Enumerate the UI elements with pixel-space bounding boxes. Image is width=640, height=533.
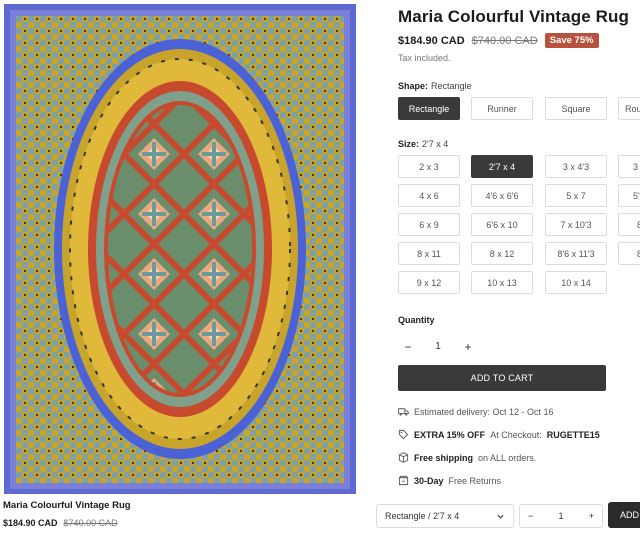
size-option[interactable]: 5' (618, 184, 640, 207)
size-option[interactable]: 10 x 14 (545, 271, 607, 294)
quantity-input[interactable]: 1 (418, 334, 458, 359)
add-to-cart-button[interactable]: ADD TO CART (398, 365, 606, 391)
size-option[interactable]: 3 x 4'3 (545, 155, 607, 178)
discount-code: RUGETTE15 (546, 429, 600, 440)
quantity-stepper: − 1 + (398, 334, 478, 359)
shape-option-rectangle[interactable]: Rectangle (398, 97, 460, 120)
chevron-down-icon (497, 514, 504, 519)
tag-icon (398, 429, 409, 440)
tax-note: Tax included. (398, 53, 451, 63)
size-option[interactable]: 8'6 x 11'3 (545, 242, 607, 265)
compare-price: $740.00 CAD (471, 34, 538, 47)
shipping-rest: on ALL orders. (478, 452, 537, 463)
product-title: Maria Colourful Vintage Rug (398, 7, 629, 26)
shape-label: Shape: Rectangle (398, 81, 472, 91)
sale-price: $184.90 CAD (398, 34, 465, 47)
size-option[interactable]: 3 (618, 155, 640, 178)
size-option[interactable]: 8 (618, 242, 640, 265)
save-badge: Save 75% (544, 33, 599, 48)
box-icon (398, 452, 409, 463)
sticky-add-to-cart-button[interactable]: ADD (608, 502, 640, 528)
returns-rest: Free Returns (448, 475, 502, 486)
sticky-variant-value: Rectangle / 2'7 x 4 (385, 511, 460, 521)
discount-info: EXTRA 15% OFF At Checkout: RUGETTE15 (398, 429, 600, 440)
size-option[interactable]: 8 x 12 (471, 242, 533, 265)
size-option[interactable]: 4'6 x 6'6 (471, 184, 533, 207)
size-option[interactable]: 6'6 x 10 (471, 213, 533, 236)
sticky-product-title: Maria Colourful Vintage Rug (3, 500, 131, 511)
sticky-quantity-increase-button[interactable]: + (589, 511, 594, 521)
size-selected-value: 2'7 x 4 (422, 139, 449, 149)
sticky-add-to-cart-bar: Maria Colourful Vintage Rug $184.90 CAD … (0, 494, 640, 533)
truck-icon (398, 408, 409, 416)
shape-selected-value: Rectangle (431, 81, 472, 91)
sticky-variant-select[interactable]: Rectangle / 2'7 x 4 (376, 504, 514, 528)
shipping-info: Free shipping on ALL orders. (398, 452, 536, 463)
delivery-text: Estimated delivery: Oct 12 - Oct 16 (414, 406, 554, 417)
delivery-info: Estimated delivery: Oct 12 - Oct 16 (398, 406, 554, 417)
shipping-bold: Free shipping (414, 452, 474, 463)
returns-bold: 30-Day (414, 475, 444, 486)
product-image[interactable] (4, 4, 356, 495)
size-option[interactable]: 6 x 9 (398, 213, 460, 236)
shape-option-square[interactable]: Square (545, 97, 607, 120)
size-option[interactable]: 8 x 11 (398, 242, 460, 265)
discount-bold: EXTRA 15% OFF (414, 429, 486, 440)
quantity-label: Quantity (398, 315, 435, 325)
size-option[interactable]: 4 x 6 (398, 184, 460, 207)
size-label-text: Size: (398, 139, 420, 149)
size-option[interactable]: 8 (618, 213, 640, 236)
discount-mid: At Checkout: (490, 429, 542, 440)
shape-label-text: Shape: (398, 81, 429, 91)
returns-info: 30-Day Free Returns (398, 475, 501, 486)
size-option[interactable]: 2'7 x 4 (471, 155, 533, 178)
sticky-quantity-decrease-button[interactable]: − (528, 511, 533, 521)
size-label: Size: 2'7 x 4 (398, 139, 448, 149)
return-box-icon (398, 475, 409, 486)
sticky-quantity-stepper: − 1 + (519, 504, 603, 528)
sticky-quantity-input[interactable]: 1 (558, 511, 563, 521)
size-option[interactable]: 9 x 12 (398, 271, 460, 294)
size-option[interactable]: 10 x 13 (471, 271, 533, 294)
size-option[interactable]: 2 x 3 (398, 155, 460, 178)
rug-illustration (4, 4, 356, 495)
shape-option-round[interactable]: Rou (618, 97, 640, 120)
sticky-price-row: $184.90 CAD $740.00 CAD (3, 518, 118, 528)
sticky-compare-price: $740.00 CAD (63, 518, 118, 528)
quantity-increase-button[interactable]: + (458, 334, 478, 359)
size-option[interactable]: 7 x 10'3 (545, 213, 607, 236)
quantity-decrease-button[interactable]: − (398, 334, 418, 359)
size-option[interactable]: 5 x 7 (545, 184, 607, 207)
shape-option-runner[interactable]: Runner (471, 97, 533, 120)
price-row: $184.90 CAD $740.00 CAD Save 75% (398, 33, 599, 48)
sticky-sale-price: $184.90 CAD (3, 518, 58, 528)
